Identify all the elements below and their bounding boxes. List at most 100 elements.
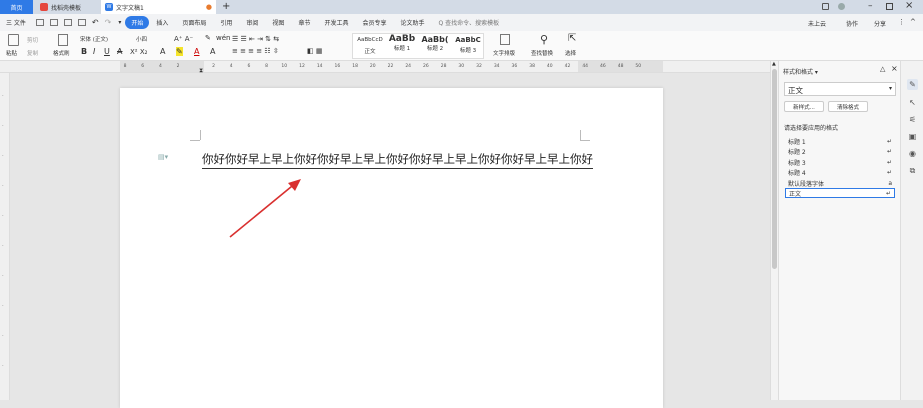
grow-font-icon[interactable]: A⁺ A⁻ — [174, 35, 193, 43]
text-effect-icon[interactable]: A — [160, 47, 165, 56]
tab-document[interactable]: W 文字文稿1 ● — [101, 0, 216, 14]
format-painter-button[interactable]: 格式刷 — [53, 49, 70, 57]
vruler-tick: - — [2, 363, 4, 368]
style-list-item[interactable]: 标题 2 ↵ — [785, 146, 895, 156]
font-color-icon[interactable]: A — [194, 47, 199, 56]
menu-tab-insert[interactable]: 插入 — [149, 18, 175, 27]
save-icon[interactable] — [35, 19, 44, 26]
styles-pen-icon[interactable]: ✎ — [907, 79, 918, 90]
scroll-up-icon[interactable]: ▲ — [772, 61, 776, 67]
menu-tab-section[interactable]: 章节 — [291, 18, 317, 27]
tab-template[interactable]: 找稻壳模板 — [36, 0, 96, 14]
menu-tab-developer[interactable]: 开发工具 — [317, 18, 355, 27]
menu-tab-thesis[interactable]: 论文助手 — [393, 18, 431, 27]
ruler-tick-label: 40 — [546, 64, 553, 69]
export-pdf-icon[interactable] — [49, 19, 58, 26]
superscript-icon[interactable]: X² X₂ — [130, 48, 147, 56]
find-replace-button[interactable]: 查找替换 — [531, 49, 553, 57]
vertical-scrollbar[interactable]: ▲ — [770, 61, 778, 400]
cursor-icon[interactable]: ⇱ — [568, 33, 576, 44]
select-button[interactable]: 选择 — [565, 49, 576, 57]
style-normal[interactable]: AaBbCcD 正文 — [355, 37, 385, 55]
vruler-tick: - — [2, 183, 4, 188]
undo-icon[interactable]: ↶ — [92, 18, 99, 27]
font-size-select[interactable]: 小四 — [136, 35, 147, 43]
style-heading3[interactable]: AaBbC 标题 3 — [452, 36, 484, 54]
adjust-sliders-icon[interactable]: ⚟ — [907, 114, 918, 125]
text-layout-button[interactable]: 文字排版 — [493, 49, 515, 57]
avatar[interactable] — [838, 3, 845, 10]
ruler-tick-label: 34 — [493, 64, 500, 69]
document-page[interactable]: ▤▾ 你好你好早上早上你好你好早上早上你好你好早上早上你好你好早上早上你好 — [120, 88, 663, 408]
panel-close-icon[interactable]: × — [891, 64, 898, 73]
select-cursor-icon[interactable]: ↖ — [907, 97, 918, 108]
style-list-item-selected[interactable]: 正文 ↵ — [785, 188, 895, 198]
menu-tab-home[interactable]: 开始 — [125, 16, 150, 29]
share-button[interactable]: 分享 — [874, 19, 886, 28]
copy-button[interactable]: 复制 — [27, 49, 38, 57]
cut-button[interactable]: 剪切 — [27, 36, 38, 44]
panel-title[interactable]: 样式和格式 ▾ — [783, 67, 818, 76]
underline-icon[interactable]: U — [104, 47, 110, 56]
menu-tab-view[interactable]: 视图 — [265, 18, 291, 27]
ruler-tick-label: 36 — [511, 64, 518, 69]
new-tab-button[interactable]: + — [222, 1, 230, 12]
format-painter-icon[interactable] — [58, 34, 68, 46]
paragraph-mark-icon: ↵ — [886, 147, 892, 155]
font-name-select[interactable]: 宋体 (正文) — [80, 35, 108, 43]
minimize-icon[interactable]: – — [868, 1, 873, 11]
phonetic-icon[interactable]: wén — [216, 34, 230, 42]
menu-tab-member[interactable]: 会员专享 — [355, 18, 393, 27]
ruler-tick-label: 6 — [247, 64, 251, 69]
strikethrough-icon[interactable]: A — [117, 47, 122, 56]
tab-home[interactable]: 首页 — [0, 0, 33, 14]
cloud-status[interactable]: 未上云 — [808, 19, 826, 28]
style-heading2[interactable]: AaBb( 标题 2 — [419, 35, 451, 52]
command-search-input[interactable]: Q 查找命令、搜索模板 — [432, 18, 507, 27]
style-list-item[interactable]: 默认段落字体 a — [785, 178, 895, 188]
paste-icon[interactable] — [8, 34, 19, 46]
style-heading1[interactable]: AaBb 标题 1 — [386, 34, 418, 52]
bold-icon[interactable]: B — [81, 47, 87, 56]
collaborate-button[interactable]: 协作 — [846, 19, 858, 28]
bullets-icon[interactable]: ☰ ☰ ⇤ ⇥ ⇅ ⇆ — [232, 35, 279, 43]
current-style-select[interactable]: 正文 ▾ — [784, 82, 896, 96]
scroll-thumb[interactable] — [772, 69, 777, 269]
style-list-item[interactable]: 标题 4 ↵ — [785, 167, 895, 177]
pin-icon[interactable]: △ — [880, 65, 885, 73]
vertical-ruler[interactable]: - - - - - - - - - - — [0, 73, 10, 400]
file-menu[interactable]: 三 文件 — [0, 18, 33, 27]
paragraph-handle-icon[interactable]: ▤▾ — [158, 153, 168, 161]
text-layout-icon[interactable] — [500, 34, 510, 45]
search-icon[interactable]: ⚲ — [540, 33, 548, 46]
menu-tab-page-layout[interactable]: 页面布局 — [175, 18, 213, 27]
align-icons[interactable]: ≡ ≡ ≡ ≡ ☷ ⇳ — [232, 47, 279, 55]
collapse-ribbon-icon[interactable]: ^ — [910, 18, 916, 26]
shading-icon[interactable]: ◧ ▦ — [307, 47, 322, 55]
char-border-icon[interactable]: A — [210, 47, 215, 56]
menu-tab-references[interactable]: 引用 — [213, 18, 239, 27]
paste-button[interactable]: 粘贴 — [6, 49, 17, 57]
print-icon[interactable] — [63, 19, 72, 26]
style-heading3-preview: AaBbC — [455, 36, 481, 44]
clear-format-button[interactable]: 清除格式 — [828, 101, 868, 112]
location-icon[interactable]: ◉ — [907, 148, 918, 159]
more-icon[interactable]: ⋮ — [898, 18, 905, 26]
margin-corner-top-right-v — [580, 130, 581, 140]
clear-format-icon[interactable]: ✎ — [205, 34, 211, 42]
tile-view-icon[interactable] — [822, 3, 829, 10]
close-icon[interactable]: × — [905, 0, 913, 11]
feedback-icon[interactable]: ⧉ — [907, 165, 918, 176]
image-icon[interactable]: ▣ — [907, 131, 918, 142]
redo-icon[interactable]: ↷ — [105, 18, 112, 27]
document-text[interactable]: 你好你好早上早上你好你好早上早上你好你好早上早上你好你好早上早上你好 — [202, 151, 593, 169]
italic-icon[interactable]: I — [93, 47, 95, 56]
maximize-icon[interactable] — [886, 3, 893, 10]
print-preview-icon[interactable] — [77, 19, 86, 26]
style-list-item[interactable]: 标题 1 ↵ — [785, 136, 895, 146]
menu-tab-review[interactable]: 审阅 — [239, 18, 265, 27]
style-list-item[interactable]: 标题 3 ↵ — [785, 157, 895, 167]
highlight-icon[interactable]: ✎ — [176, 47, 183, 56]
dropdown-chevron-icon[interactable]: ▾ — [118, 19, 121, 26]
new-style-button[interactable]: 新样式... — [784, 101, 824, 112]
